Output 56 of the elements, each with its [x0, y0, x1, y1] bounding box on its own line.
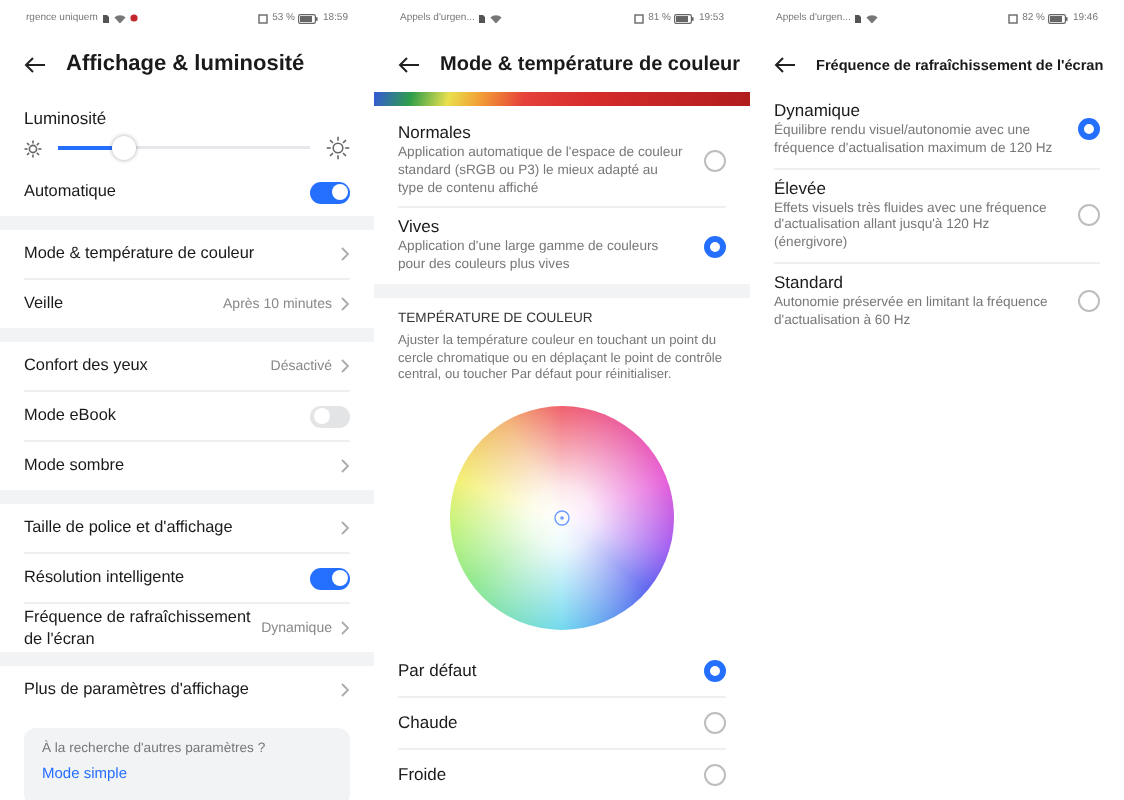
battery-icon — [674, 13, 695, 23]
setting-label[interactable]: Fréquence de rafraîchissement de l'écran — [24, 605, 254, 651]
setting-label[interactable]: Taille de police et d'affichage — [24, 516, 332, 540]
wifi-icon — [866, 13, 879, 23]
preset-label[interactable]: Chaude — [398, 710, 704, 735]
radio-button[interactable] — [704, 763, 726, 786]
option-title[interactable]: Normales — [398, 122, 684, 142]
center-control-point-icon[interactable] — [554, 509, 570, 526]
battery-icon — [1048, 13, 1069, 23]
option-title[interactable]: Vives — [398, 216, 684, 237]
setting-label[interactable]: Mode eBook — [24, 404, 302, 428]
wifi-icon — [113, 13, 126, 23]
radio-button[interactable] — [1078, 290, 1100, 313]
setting-label[interactable]: Mode sombre — [24, 454, 332, 478]
notification-dot-icon — [129, 14, 138, 22]
battery-icon — [298, 13, 319, 23]
screen-title: Affichage & luminosité — [66, 52, 305, 76]
sun-icon — [326, 136, 350, 160]
chevron-right-icon — [340, 358, 350, 374]
radio-button[interactable] — [704, 659, 726, 682]
preset-label[interactable]: Froide — [398, 762, 704, 787]
toggle-switch[interactable] — [310, 567, 350, 589]
setting-label[interactable]: Confort des yeux — [24, 354, 263, 378]
option-title[interactable]: Standard — [774, 272, 1058, 293]
chevron-right-icon — [340, 296, 350, 312]
preset-label[interactable]: Par défaut — [398, 658, 704, 683]
chevron-right-icon — [340, 520, 350, 536]
setting-label[interactable]: Plus de paramètres d'affichage — [24, 678, 332, 702]
setting-label[interactable]: Automatique — [24, 180, 302, 204]
chevron-right-icon — [340, 620, 350, 636]
radio-button[interactable] — [1078, 118, 1100, 141]
option-title[interactable]: Élevée — [774, 177, 1058, 198]
radio-button[interactable] — [704, 711, 726, 734]
radio-button[interactable] — [1078, 204, 1100, 227]
toggle-switch[interactable] — [310, 181, 350, 203]
chevron-right-icon — [340, 682, 350, 698]
sim-card-icon — [101, 13, 110, 23]
chevron-right-icon — [340, 246, 350, 262]
sim-card-icon — [478, 13, 487, 23]
back-arrow-icon[interactable] — [398, 55, 420, 73]
back-arrow-icon[interactable] — [24, 55, 46, 73]
wifi-icon — [490, 13, 503, 23]
chevron-right-icon — [340, 458, 350, 474]
setting-label[interactable]: Veille — [24, 292, 216, 316]
radio-button[interactable] — [704, 149, 726, 172]
slider-thumb[interactable] — [111, 136, 136, 160]
option-title[interactable]: Dynamique — [774, 100, 1058, 120]
brightness-label: Luminosité — [22, 106, 109, 132]
radio-button[interactable] — [704, 235, 726, 258]
sun-icon — [24, 139, 42, 157]
toggle-switch[interactable] — [310, 405, 350, 427]
setting-label[interactable]: Mode & température de couleur — [24, 242, 332, 266]
setting-label[interactable]: Résolution intelligente — [24, 566, 302, 590]
sim-card-icon — [854, 13, 863, 23]
screen-title: Mode & température de couleur — [440, 53, 741, 75]
back-arrow-icon[interactable] — [774, 55, 796, 73]
